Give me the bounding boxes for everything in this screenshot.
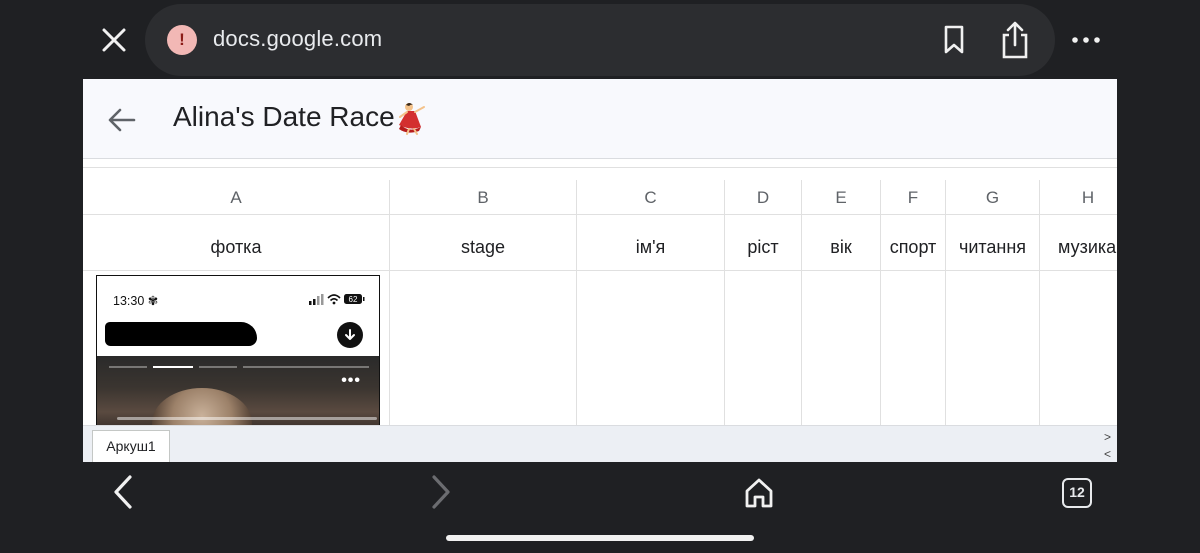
sheet-tab[interactable]: Аркуш1	[92, 430, 170, 462]
column-header-b[interactable]: B	[390, 180, 577, 215]
share-icon	[1002, 21, 1028, 59]
sheet-tab-bar: Аркуш1 > <	[83, 425, 1117, 462]
divider	[83, 167, 1117, 168]
arrow-left-icon	[108, 108, 136, 132]
back-icon	[114, 475, 132, 509]
column-header-h[interactable]: H	[1040, 180, 1117, 215]
cell-header-reading[interactable]: читання	[946, 215, 1040, 271]
cell-c2[interactable]	[577, 271, 725, 431]
story-progress	[109, 366, 147, 368]
back-button[interactable]	[108, 474, 138, 510]
cell-h2[interactable]	[1040, 271, 1117, 431]
story-progress	[153, 366, 193, 368]
status-icons: 62	[309, 294, 365, 305]
bookmark-icon	[944, 25, 964, 54]
cell-e2[interactable]	[802, 271, 881, 431]
page-title: Alina's Date Race	[173, 101, 395, 132]
story-progress	[243, 366, 369, 368]
embedded-screenshot-image[interactable]: 13:30 ✾ 62 •••	[96, 275, 380, 435]
more-menu-button[interactable]	[1068, 28, 1104, 52]
forward-icon	[432, 475, 450, 509]
close-button[interactable]	[98, 24, 130, 56]
close-icon	[102, 28, 126, 52]
more-icon: •••	[341, 372, 361, 389]
redacted-name	[105, 322, 257, 346]
warning-icon[interactable]: !	[167, 25, 197, 55]
home-icon	[745, 478, 773, 508]
browser-window: ! docs.google.com Alina's Date Race A B …	[0, 0, 1200, 553]
cell-b2[interactable]	[390, 271, 577, 431]
cell-header-height[interactable]: ріст	[725, 215, 802, 271]
tab-scroll-left[interactable]: <	[1104, 447, 1111, 461]
back-arrow-button[interactable]	[107, 105, 137, 135]
cell-d2[interactable]	[725, 271, 802, 431]
bookmark-button[interactable]	[940, 24, 968, 56]
column-header-a[interactable]: A	[83, 180, 390, 215]
tab-scroll-right[interactable]: >	[1104, 430, 1111, 444]
cell-header-stage[interactable]: stage	[390, 215, 577, 271]
cell-g2[interactable]	[946, 271, 1040, 431]
cell-header-music[interactable]: музика	[1040, 215, 1117, 271]
status-time: 13:30 ✾	[113, 294, 159, 308]
download-icon	[337, 322, 363, 348]
cell-header-sport[interactable]: спорт	[881, 215, 946, 271]
column-header-c[interactable]: C	[577, 180, 725, 215]
column-header-e[interactable]: E	[802, 180, 881, 215]
cell-header-age[interactable]: вік	[802, 215, 881, 271]
battery-level: 62	[349, 295, 358, 304]
story-progress	[199, 366, 237, 368]
doc-header: Alina's Date Race	[83, 79, 1117, 159]
share-button[interactable]	[998, 20, 1032, 60]
web-page: Alina's Date Race A B C D E F G H фотка …	[83, 79, 1117, 462]
cell-f2[interactable]	[881, 271, 946, 431]
tabs-button[interactable]: 12	[1062, 478, 1092, 508]
forward-button[interactable]	[426, 474, 456, 510]
dancer-icon	[395, 101, 427, 135]
scroll-indicator	[117, 417, 377, 420]
more-icon	[1072, 37, 1100, 43]
cell-header-name[interactable]: ім'я	[577, 215, 725, 271]
column-header-f[interactable]: F	[881, 180, 946, 215]
url-text[interactable]: docs.google.com	[213, 26, 382, 52]
cell-header-photo[interactable]: фотка	[83, 215, 390, 271]
home-button[interactable]	[743, 476, 775, 510]
column-header-d[interactable]: D	[725, 180, 802, 215]
column-header-g[interactable]: G	[946, 180, 1040, 215]
home-indicator[interactable]	[446, 535, 754, 541]
